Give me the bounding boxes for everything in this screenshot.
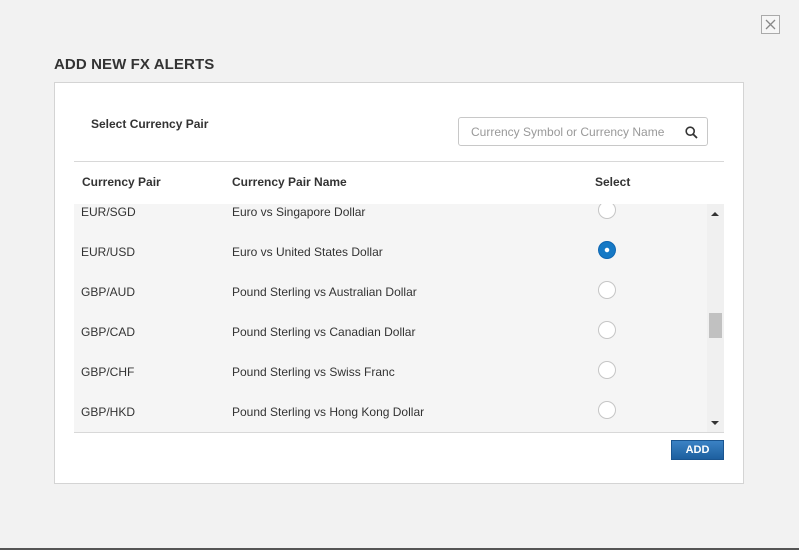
currency-pair-name: Euro vs United States Dollar (232, 245, 383, 259)
table-row[interactable]: GBP/AUD Pound Sterling vs Australian Doll… (74, 272, 707, 312)
scroll-up-arrow-icon[interactable] (711, 212, 719, 216)
currency-pair-name: Euro vs Singapore Dollar (232, 205, 366, 219)
scroll-thumb[interactable] (709, 313, 722, 338)
currency-pair-name: Pound Sterling vs Hong Kong Dollar (232, 405, 425, 419)
scroll-down-arrow-icon[interactable] (711, 421, 719, 425)
select-radio[interactable] (598, 361, 616, 379)
table-row[interactable]: GBP/HKD Pound Sterling vs Hong Kong Dolla… (74, 392, 707, 432)
currency-pair-list[interactable]: EUR/SGD Euro vs Singapore Dollar EUR/USD Eu… (74, 204, 724, 432)
search-box[interactable] (458, 117, 708, 146)
select-radio[interactable] (598, 401, 616, 419)
header-top-divider (74, 161, 724, 162)
currency-pair-name: Pound Sterling vs Australian Dollar (232, 285, 417, 299)
add-button[interactable]: ADD (671, 440, 724, 460)
column-header-select: Select (595, 175, 631, 189)
currency-pair-name: Pound Sterling vs Swiss Franc (232, 365, 395, 379)
table-row[interactable]: EUR/SGD Euro vs Singapore Dollar (74, 204, 707, 232)
list-bottom-divider (74, 432, 724, 433)
select-radio[interactable] (598, 281, 616, 299)
currency-pair-rows: EUR/SGD Euro vs Singapore Dollar EUR/USD Eu… (74, 204, 707, 432)
select-currency-pair-label: Select Currency Pair (91, 117, 209, 131)
table-row[interactable]: GBP/CHF Pound Sterling vs Swiss Franc (74, 352, 707, 392)
table-row[interactable]: EUR/USD Euro vs United States Dollar (74, 232, 707, 272)
close-icon (765, 19, 776, 30)
vertical-scrollbar[interactable] (707, 204, 724, 432)
alert-panel: Select Currency Pair Currency Pair Curre… (54, 82, 744, 484)
currency-pair-code: GBP/CHF (81, 365, 135, 379)
column-header-currency-pair-name: Currency Pair Name (232, 175, 347, 189)
select-radio[interactable] (598, 241, 616, 259)
table-header: Currency Pair Currency Pair Name Select (74, 163, 724, 203)
currency-pair-code: GBP/CAD (81, 325, 136, 339)
search-input[interactable] (465, 118, 687, 145)
currency-pair-code: GBP/HKD (81, 405, 136, 419)
column-header-currency-pair: Currency Pair (82, 175, 161, 189)
currency-pair-name: Pound Sterling vs Canadian Dollar (232, 325, 416, 339)
table-row[interactable]: GBP/CAD Pound Sterling vs Canadian Dollar (74, 312, 707, 352)
close-button[interactable] (761, 15, 780, 34)
select-radio[interactable] (598, 204, 616, 219)
currency-pair-code: EUR/SGD (81, 205, 136, 219)
select-radio[interactable] (598, 321, 616, 339)
dialog-title: ADD NEW FX ALERTS (54, 56, 215, 73)
currency-pair-code: EUR/USD (81, 245, 136, 259)
currency-pair-code: GBP/AUD (81, 285, 136, 299)
search-icon[interactable] (685, 126, 698, 139)
